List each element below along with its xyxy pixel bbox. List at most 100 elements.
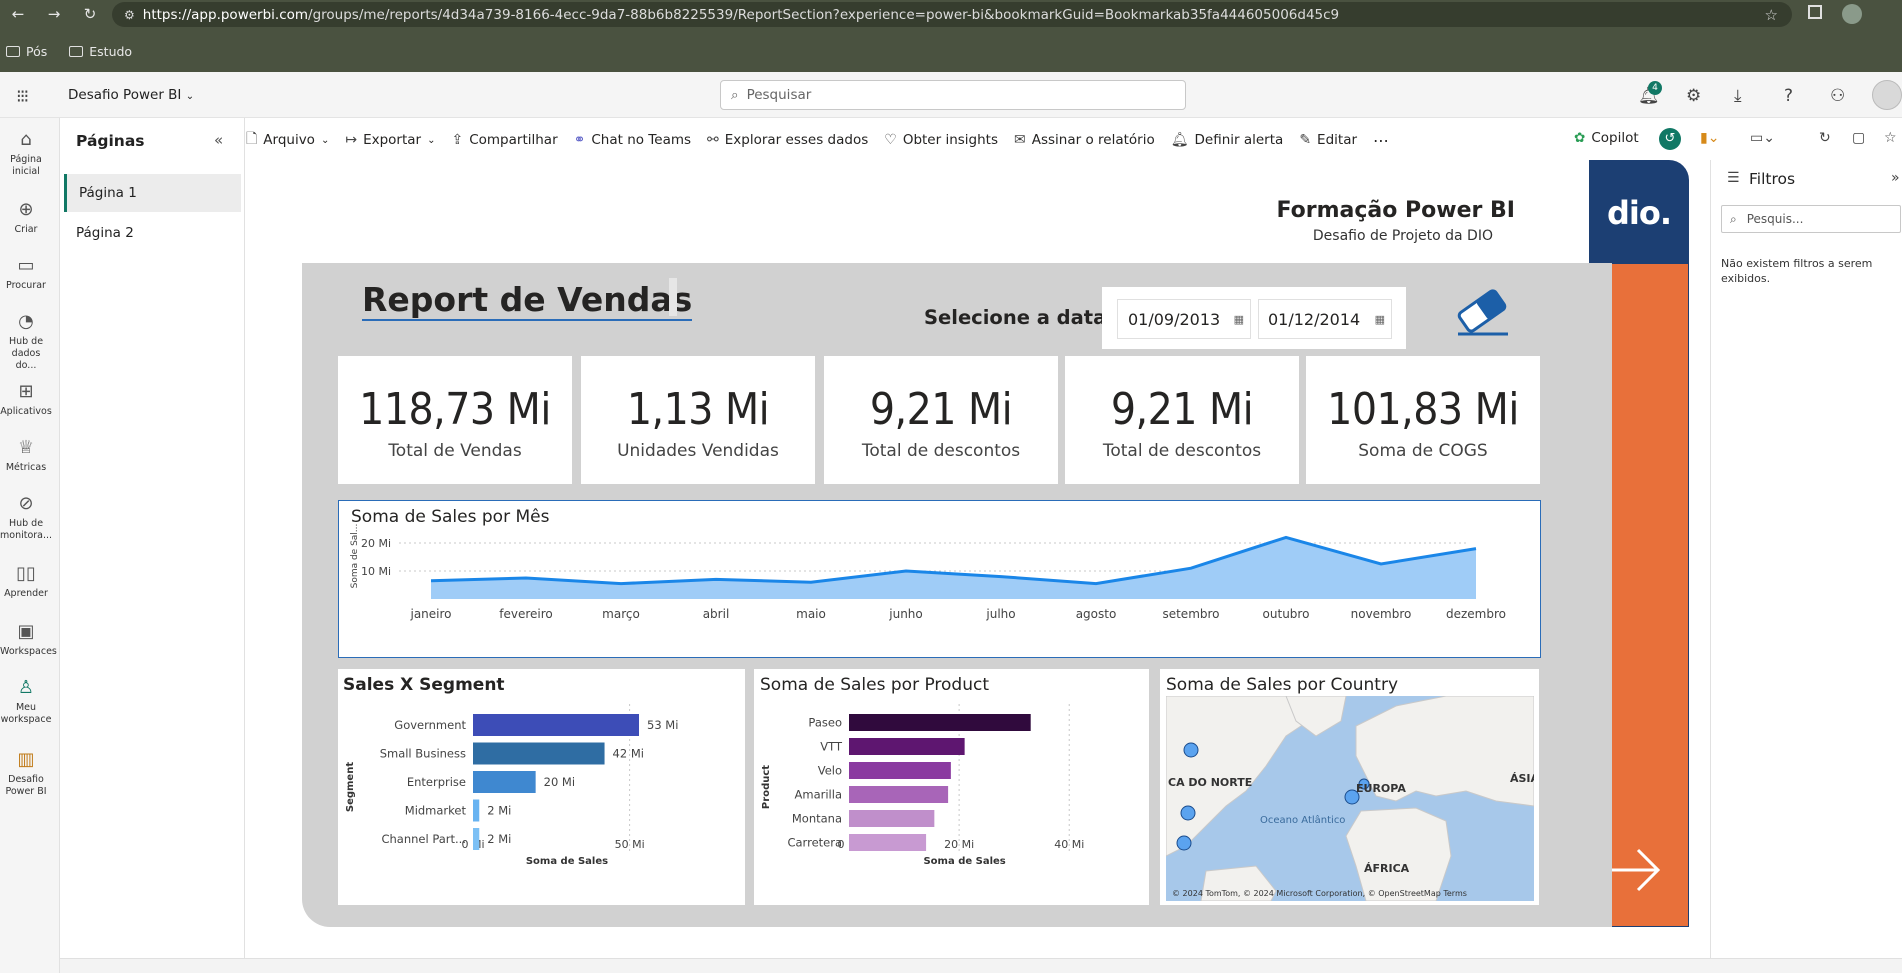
global-search[interactable]: ⌕ Pesquisar [720,80,1186,110]
share-button[interactable]: ⇪ Compartilhar [451,132,557,148]
rail-item-home[interactable]: ⌂ Página inicial [0,128,52,178]
refresh-icon[interactable]: ↻ [1819,130,1831,146]
export-menu-button[interactable]: ↦ Exportar ⌄ [345,132,435,148]
report-header-title: Formação Power BI [1276,198,1515,223]
folder-icon [69,45,84,57]
subscribe-icon: ✉ [1014,132,1026,148]
edit-button[interactable]: ✎ Editar [1299,132,1357,148]
sidebar-toggle-icon[interactable] [1808,5,1822,19]
sales-by-month-chart[interactable]: Soma de Sales por Mês 10 Mi 20 Mi Soma de … [338,500,1541,658]
reload-icon[interactable]: ↻ [72,0,108,28]
collapse-pages-icon[interactable]: « [214,131,223,149]
collapse-filters-icon[interactable]: » [1891,170,1900,186]
teams-icon: ⚭ [573,132,586,148]
kpi-card-total-discounts-2: 9,21 Mi Total de descontos [1065,356,1299,484]
subscribe-button[interactable]: ✉ Assinar o relatório [1014,132,1155,148]
rail-item-metrics[interactable]: ♕ Métricas [0,436,52,474]
file-menu-button[interactable]: 🗋︎ Arquivo ⌄ [246,128,329,152]
bookmark-icon[interactable]: ▮⌄ [1700,130,1719,146]
plus-circle-icon: ⊕ [18,199,34,220]
more-options-icon[interactable]: ⋯ [1373,131,1389,150]
next-page-arrow-icon[interactable] [1608,842,1664,898]
forward-icon[interactable]: → [36,0,72,28]
person-icon: ♙ [17,677,35,698]
y-category-label: Montana [792,812,842,826]
profile-avatar[interactable] [1842,4,1862,24]
map-label-africa: ÁFRICA [1364,862,1410,875]
filters-search-input[interactable]: ⌕ Pesquis... [1721,205,1901,233]
address-bar[interactable]: ⚙ https://app.powerbi.com/groups/me/repo… [112,2,1792,27]
rail-item-learn[interactable]: ▯▯ Aprender [0,562,52,600]
view-icon[interactable]: ▭⌄ [1750,130,1775,146]
rail-item-my-workspace[interactable]: ♙ Meu workspace [0,676,52,726]
rail-item-create[interactable]: ⊕ Criar [0,198,52,236]
sales-by-country-map[interactable]: Soma de Sales por Country CA DO NORTE EU… [1160,669,1539,905]
site-info-icon[interactable]: ⚙ [124,8,135,22]
download-icon[interactable]: ⤓ [1734,86,1742,106]
rail-item-data-hub[interactable]: ◔ Hub de dados do... [0,310,52,372]
kpi-card-total-sales: 118,73 Mi Total de Vendas [338,356,572,484]
apps-icon: ⊞ [18,381,34,402]
rail-item-browse[interactable]: ▭ Procurar [0,254,52,292]
report-icon: ▥ [17,749,35,770]
copilot-button[interactable]: ✿ Copilot [1574,130,1639,146]
workspace-switcher[interactable]: Desafio Power BI ⌄ [68,87,194,103]
x-axis-label: Soma de Sales [526,856,608,867]
app-launcher-icon[interactable]: ⁝⁝⁝ [16,86,29,107]
account-avatar[interactable] [1872,80,1902,110]
rail-item-apps[interactable]: ⊞ Aplicativos [0,380,52,418]
teams-chat-button[interactable]: ⚭ Chat no Teams [574,132,691,148]
rail-item-monitoring[interactable]: ⊘ Hub de monitora... [0,492,52,542]
left-nav-rail: ⌂ Página inicial ⊕ Criar ▭ Procurar ◔ Hub de… [0,118,60,973]
favorite-icon[interactable]: ☆ [1884,130,1897,146]
sales-by-product-chart[interactable]: Soma de Sales por Product 0 Mi20 Mi40 Mi… [754,669,1149,905]
x-axis-label: Soma de Sales [923,856,1005,867]
binoculars-icon: ⚯ [707,132,719,148]
bar [849,834,927,851]
map-bubble-usa[interactable] [1180,805,1196,821]
date-to-input[interactable]: 01/12/2014 ▦ [1258,299,1392,339]
settings-icon[interactable]: ⚙ [1686,86,1701,106]
star-icon[interactable]: ☆ [1765,6,1778,24]
back-icon[interactable]: ← [0,0,36,28]
browser-chrome: ← → ↻ ⚙ https://app.powerbi.com/groups/m… [0,0,1902,72]
x-tick-label: junho [888,607,923,621]
set-alert-button[interactable]: 🔔︎ Definir alerta [1171,132,1284,148]
map-canvas[interactable]: CA DO NORTE EUROPA ÁSIA Oceano Atlântico… [1166,696,1534,901]
filters-empty-text: Não existem filtros a serem exibidos. [1721,257,1873,285]
monitor-icon: ⊘ [18,493,34,514]
chevron-down-icon: ⌄ [427,134,436,146]
home-icon: ⌂ [20,129,32,150]
reset-icon[interactable]: ↺ [1659,128,1681,150]
rail-item-report[interactable]: ▥ Desafio Power BI [0,748,52,798]
search-icon: ⌕ [1730,211,1737,226]
map-bubble-mexico[interactable] [1176,835,1192,851]
page-tab-2[interactable]: Página 2 [64,214,241,252]
map-bubble-canada[interactable] [1183,742,1199,758]
bar [473,828,480,850]
x-tick-label: janeiro [409,607,451,621]
help-icon[interactable]: ? [1784,86,1793,106]
get-insights-button[interactable]: ♡ Obter insights [884,132,998,148]
comment-icon[interactable]: ▢ [1852,130,1865,146]
url-path: /groups/me/reports/4d34a739-8166-4ecc-9d… [308,6,1340,23]
kpi-card-units-sold: 1,13 Mi Unidades Vendidas [581,356,815,484]
y-axis-label: Segment [345,762,356,812]
page-tab-1[interactable]: Página 1 [64,174,241,212]
africa-landmass [1345,807,1452,901]
date-from-input[interactable]: 01/09/2013 ▦ [1117,299,1251,339]
eraser-icon[interactable] [1452,284,1512,338]
x-tick-label: 20 Mi [944,838,974,851]
x-tick-label: julho [985,607,1015,621]
sales-by-segment-chart[interactable]: Sales X Segment 0 Mi50 MiGovernment53 Mi… [338,669,745,905]
bookmark-folder-pos[interactable]: Pós [6,44,47,59]
chevron-down-icon: ⌄ [320,134,330,146]
x-tick-label: março [602,607,640,621]
date-label: Selecione a data [924,306,1107,329]
explore-data-button[interactable]: ⚯ Explorar esses dados [707,132,868,148]
pencil-icon: ✎ [1299,132,1312,148]
y-category-label: Midmarket [405,804,467,818]
share-feedback-icon[interactable]: ⚇ [1830,86,1845,106]
rail-item-workspaces[interactable]: ▣ Workspaces [0,620,57,658]
bookmark-folder-estudo[interactable]: Estudo [69,44,132,59]
